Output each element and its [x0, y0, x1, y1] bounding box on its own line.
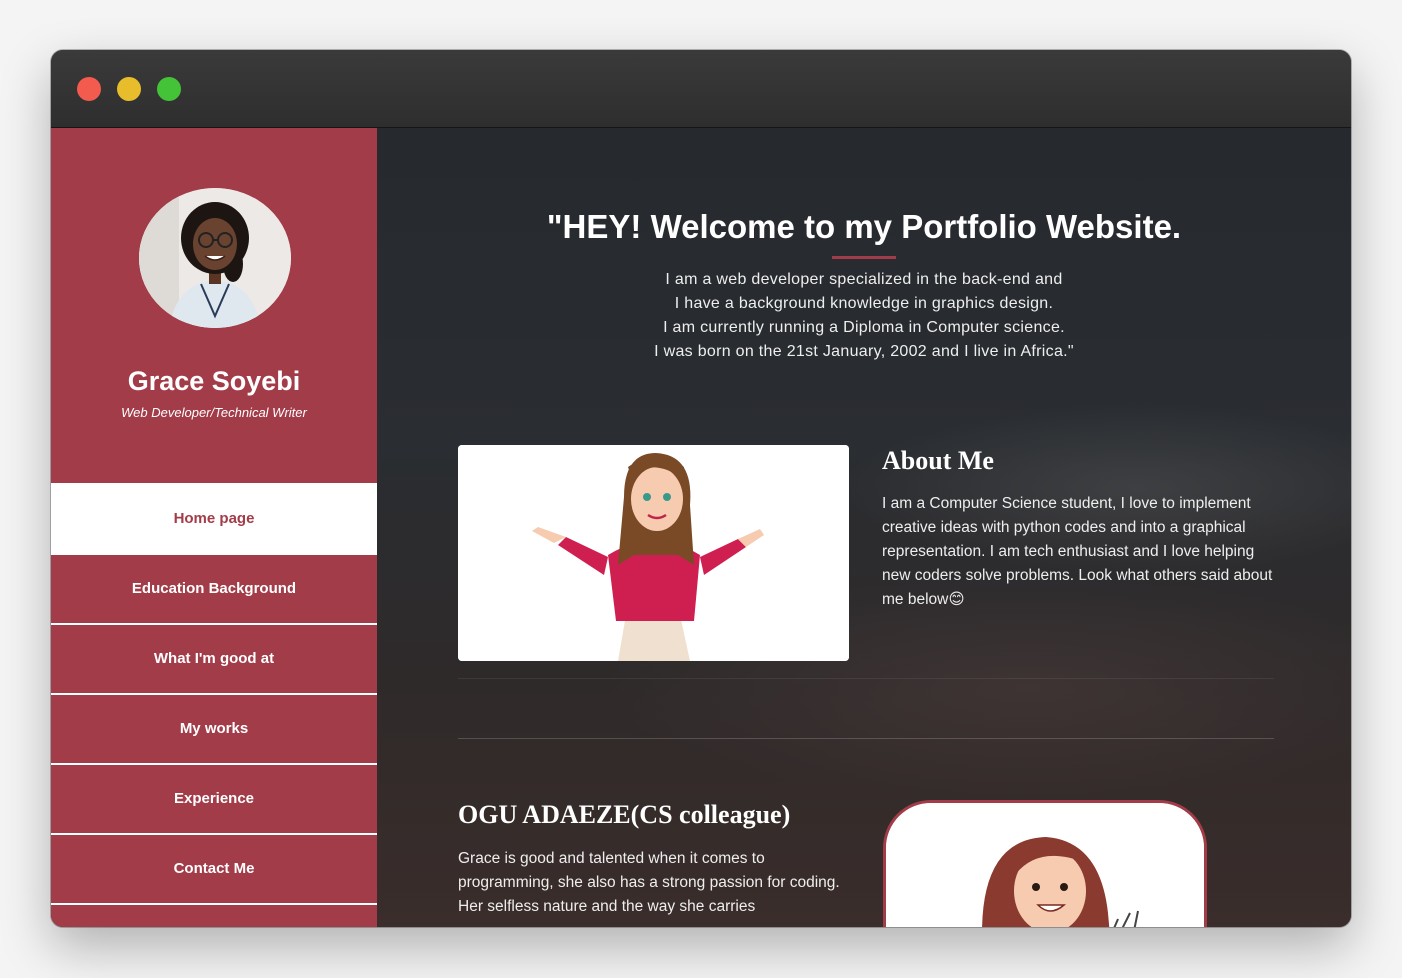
hero-line: I am a web developer specialized in the … [665, 271, 1063, 288]
hero-divider [832, 256, 896, 259]
hero-line: I have a background knowledge in graphic… [674, 295, 1054, 312]
about-text: I am a Computer Science student, I love … [882, 495, 1273, 608]
testimonial-text: Grace is good and talented when it comes… [458, 850, 840, 915]
testimonial-illustration [883, 800, 1207, 927]
close-window-button[interactable] [77, 77, 101, 101]
nav-item-works[interactable]: My works [51, 695, 377, 765]
hero-line: I was born on the 21st January, 2002 and… [654, 343, 1074, 360]
nav-item-skills[interactable]: What I'm good at [51, 625, 377, 695]
section-divider [458, 738, 1274, 739]
hero-line: I am currently running a Diploma in Comp… [663, 319, 1065, 336]
nav-item-home[interactable]: Home page [51, 483, 377, 555]
sidebar: Grace Soyebi Web Developer/Technical Wri… [51, 128, 377, 927]
profile-name: Grace Soyebi [127, 366, 301, 396]
nav-item-experience[interactable]: Experience [51, 765, 377, 835]
section-divider [458, 678, 1274, 679]
window-titlebar [51, 50, 1351, 128]
about-title: About Me [882, 446, 994, 475]
main-content: "HEY! Welcome to my Portfolio Website. I… [377, 128, 1351, 927]
nav-item-education[interactable]: Education Background [51, 555, 377, 625]
browser-window: Grace Soyebi Web Developer/Technical Wri… [51, 50, 1351, 927]
sidebar-nav: Home page Education Background What I'm … [51, 483, 377, 905]
testimonial-title: OGU ADAEZE(CS colleague) [458, 800, 791, 829]
nav-item-contact[interactable]: Contact Me [51, 835, 377, 905]
hero-title: "HEY! Welcome to my Portfolio Website. [546, 208, 1182, 245]
about-illustration [458, 445, 849, 661]
profile-avatar [139, 188, 291, 328]
maximize-window-button[interactable] [157, 77, 181, 101]
minimize-window-button[interactable] [117, 77, 141, 101]
profile-role: Web Developer/Technical Writer [121, 405, 307, 420]
